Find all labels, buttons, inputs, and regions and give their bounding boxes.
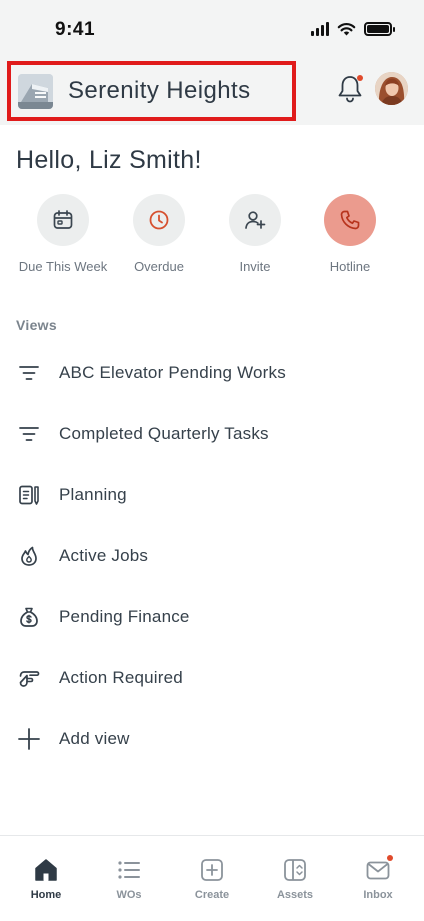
invite-button[interactable]: Invite bbox=[205, 194, 305, 274]
view-item-label: Planning bbox=[59, 485, 127, 504]
view-item-active-jobs[interactable]: Active Jobs bbox=[0, 532, 424, 580]
nav-create[interactable]: Create bbox=[170, 836, 254, 921]
view-item-label: Pending Finance bbox=[59, 607, 190, 626]
battery-icon bbox=[364, 22, 395, 36]
inbox-badge bbox=[387, 855, 393, 861]
due-this-week-circle bbox=[37, 194, 89, 246]
status-bar: 9:41 bbox=[0, 0, 424, 58]
overdue-button[interactable]: Overdue bbox=[109, 194, 209, 274]
home-icon bbox=[35, 859, 57, 881]
mail-icon-wrap bbox=[365, 855, 393, 883]
nav-assets-label: Assets bbox=[276, 889, 314, 901]
greeting-text: Hello, Liz Smith! bbox=[16, 146, 202, 174]
clock-icon bbox=[149, 210, 169, 230]
nav-inbox-label: Inbox bbox=[363, 889, 393, 901]
list-icon bbox=[118, 861, 140, 879]
nav-wos[interactable]: WOs bbox=[87, 836, 171, 921]
overdue-label: Overdue bbox=[134, 259, 184, 274]
hotline-label: Hotline bbox=[329, 259, 371, 274]
filter-icon bbox=[16, 421, 42, 447]
avatar[interactable] bbox=[375, 72, 408, 105]
due-this-week-button[interactable]: Due This Week bbox=[13, 194, 113, 274]
bottom-nav: Home WOs Create Assets Inbox bbox=[0, 835, 424, 921]
notifications-button[interactable] bbox=[336, 74, 364, 104]
nav-wos-label: WOs bbox=[116, 889, 142, 901]
building-selector[interactable]: Serenity Heights bbox=[7, 61, 296, 121]
nav-home[interactable]: Home bbox=[4, 836, 88, 921]
add-view-button[interactable]: Add view bbox=[0, 715, 424, 763]
phone-icon bbox=[340, 210, 360, 230]
invite-label: Invite bbox=[239, 259, 271, 274]
view-item-label: Active Jobs bbox=[59, 546, 149, 565]
building-title: Serenity Heights bbox=[68, 77, 251, 104]
filter-icon bbox=[16, 360, 42, 386]
flame-icon bbox=[16, 543, 42, 569]
assets-icon bbox=[284, 859, 306, 881]
nav-create-label: Create bbox=[194, 889, 230, 901]
header: Serenity Heights bbox=[0, 58, 424, 125]
cellular-signal-icon bbox=[311, 22, 329, 36]
pointing-hand-icon bbox=[16, 665, 42, 691]
view-item-pending-finance[interactable]: Pending Finance bbox=[0, 593, 424, 641]
view-item-planning[interactable]: Planning bbox=[0, 471, 424, 519]
calendar-icon bbox=[53, 210, 73, 229]
due-this-week-label: Due This Week bbox=[18, 259, 108, 274]
views-heading: Views bbox=[16, 317, 57, 333]
wifi-icon bbox=[337, 23, 356, 36]
nav-inbox[interactable]: Inbox bbox=[336, 836, 420, 921]
plus-icon bbox=[16, 726, 42, 752]
status-time: 9:41 bbox=[55, 19, 96, 40]
add-view-label: Add view bbox=[59, 729, 130, 748]
money-bag-icon bbox=[16, 604, 42, 630]
create-icon bbox=[201, 859, 223, 881]
nav-assets[interactable]: Assets bbox=[253, 836, 337, 921]
overdue-circle bbox=[133, 194, 185, 246]
planning-icon bbox=[16, 482, 42, 508]
view-item-action-required[interactable]: Action Required bbox=[0, 654, 424, 702]
notification-badge bbox=[357, 75, 363, 81]
view-item-abc-elevator[interactable]: ABC Elevator Pending Works bbox=[0, 349, 424, 397]
nav-home-label: Home bbox=[30, 889, 62, 901]
hotline-button[interactable]: Hotline bbox=[300, 194, 400, 274]
view-item-label: Completed Quarterly Tasks bbox=[59, 424, 269, 443]
hotline-circle bbox=[324, 194, 376, 246]
invite-circle bbox=[229, 194, 281, 246]
building-logo-icon bbox=[18, 74, 53, 109]
view-item-completed-quarterly[interactable]: Completed Quarterly Tasks bbox=[0, 410, 424, 458]
status-icons bbox=[311, 22, 395, 36]
view-item-label: ABC Elevator Pending Works bbox=[59, 363, 286, 382]
view-item-label: Action Required bbox=[59, 668, 183, 687]
mail-icon bbox=[366, 861, 390, 880]
add-user-icon bbox=[245, 211, 266, 229]
quick-actions: Due This Week Overdue Invite Hotline bbox=[0, 194, 424, 274]
